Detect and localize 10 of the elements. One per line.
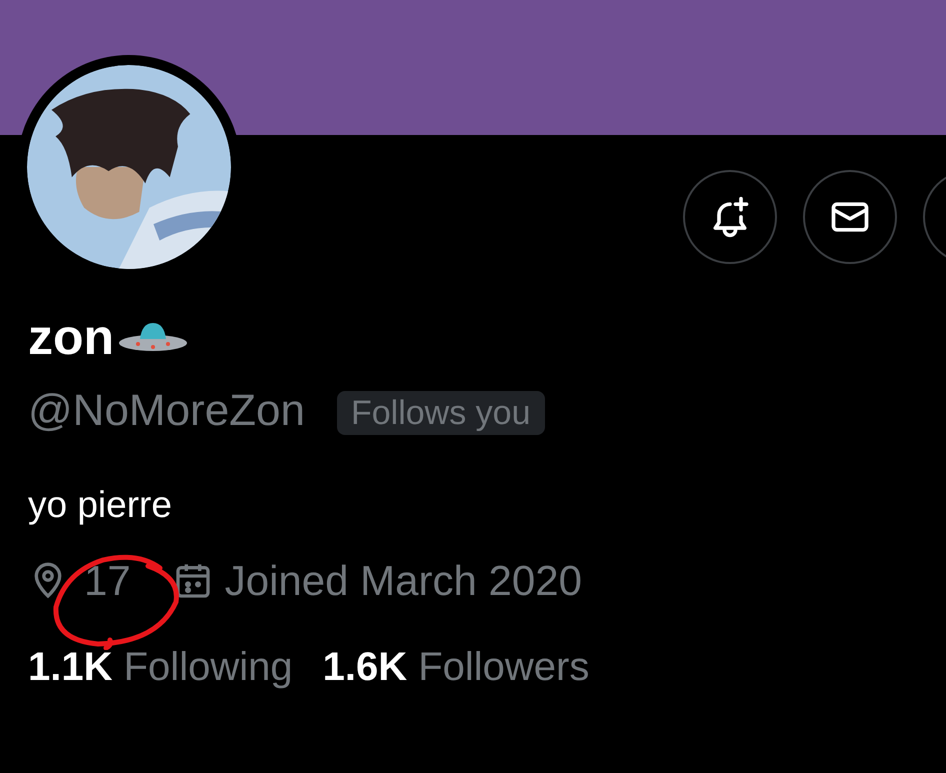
location-text: 17 xyxy=(84,559,131,603)
bio-text: yo pierre xyxy=(28,483,173,527)
join-date: Joined March 2020 xyxy=(224,559,582,603)
user-handle: @NoMoreZon xyxy=(28,387,305,435)
follow-stat-link[interactable]: 1.1K Following xyxy=(28,645,293,689)
message-button[interactable] xyxy=(803,170,897,264)
notification-button[interactable] xyxy=(683,170,777,264)
follows-you-badge: Follows you xyxy=(336,391,544,435)
display-name: zon xyxy=(28,308,114,367)
follow-stat-link[interactable]: 1.6K Followers xyxy=(322,645,590,689)
